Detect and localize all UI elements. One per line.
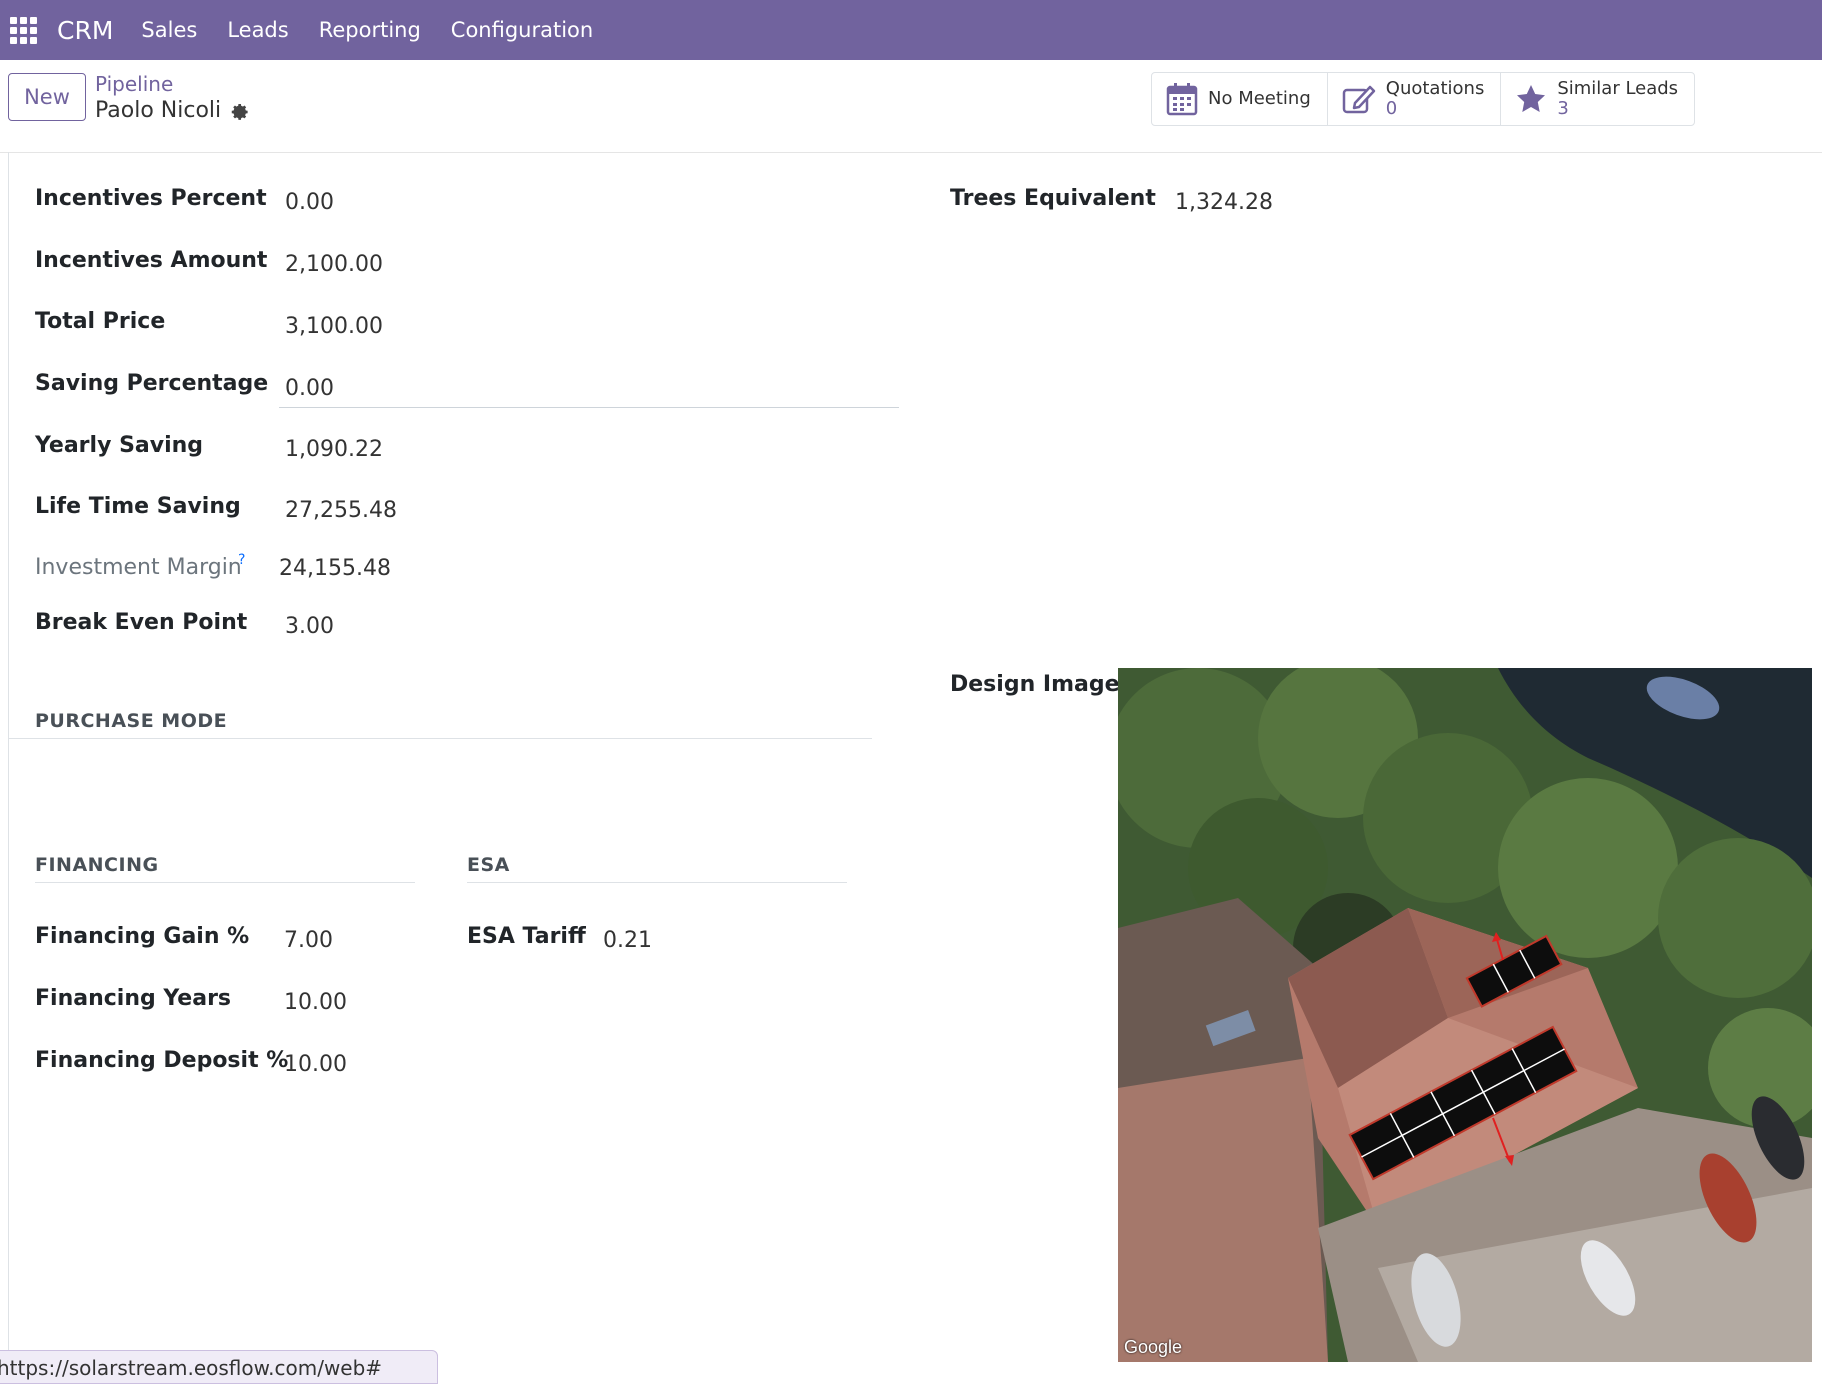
- saving-percentage-label: Saving Percentage: [35, 371, 269, 396]
- status-url: https://solarstream.eosflow.com/web#: [0, 1350, 438, 1384]
- esa-tariff-value[interactable]: 0.21: [603, 928, 652, 953]
- control-panel: New Pipeline Paolo Nicoli No Meeting Quo…: [0, 60, 1822, 153]
- meeting-button[interactable]: No Meeting: [1152, 73, 1328, 125]
- esa-divider: [467, 882, 847, 883]
- top-navbar: CRM Sales Leads Reporting Configuration: [0, 0, 1822, 60]
- app-name[interactable]: CRM: [57, 16, 113, 45]
- map-attribution: Google: [1124, 1337, 1183, 1357]
- total-price-label: Total Price: [35, 309, 166, 334]
- investment-margin-value: 24,155.48: [279, 556, 391, 581]
- similar-leads-button[interactable]: Similar Leads 3: [1501, 73, 1694, 125]
- design-image[interactable]: Google: [1118, 668, 1812, 1362]
- financing-years-value[interactable]: 10.00: [284, 990, 347, 1015]
- esa-tariff-label: ESA Tariff: [467, 924, 586, 949]
- financing-heading: FINANCING: [35, 854, 159, 876]
- financing-divider: [35, 882, 415, 883]
- life-time-saving-label: Life Time Saving: [35, 494, 241, 519]
- incentives-amount-label: Incentives Amount: [35, 248, 268, 273]
- yearly-saving-value[interactable]: 1,090.22: [285, 437, 383, 462]
- edit-icon: [1342, 85, 1376, 114]
- record-name: Paolo Nicoli: [95, 98, 222, 123]
- design-image-label: Design Image: [950, 672, 1120, 697]
- satellite-roof-image: [1118, 668, 1812, 1362]
- gear-icon[interactable]: [228, 101, 250, 123]
- yearly-saving-label: Yearly Saving: [35, 433, 204, 458]
- financing-deposit-label: Financing Deposit %: [35, 1048, 289, 1073]
- esa-heading: ESA: [467, 854, 510, 876]
- quotations-count: 0: [1385, 98, 1398, 119]
- total-price-value[interactable]: 3,100.00: [285, 314, 383, 339]
- incentives-amount-value[interactable]: 2,100.00: [285, 252, 383, 277]
- similar-leads-label: Similar Leads: [1557, 78, 1679, 99]
- quotations-button[interactable]: Quotations 0: [1328, 73, 1502, 125]
- investment-margin-help-icon[interactable]: ?: [238, 552, 245, 568]
- trees-equivalent-value: 1,324.28: [1175, 190, 1273, 215]
- financing-gain-value[interactable]: 7.00: [284, 928, 333, 953]
- menu-reporting[interactable]: Reporting: [319, 18, 421, 42]
- smart-buttons: No Meeting Quotations 0 Similar Leads 3: [1151, 72, 1696, 126]
- financing-gain-label: Financing Gain %: [35, 924, 250, 949]
- incentives-percent-value[interactable]: 0.00: [285, 190, 334, 215]
- breadcrumb-pipeline[interactable]: Pipeline: [95, 72, 173, 96]
- purchase-mode-heading: PURCHASE MODE: [35, 710, 228, 732]
- life-time-saving-value[interactable]: 27,255.48: [285, 498, 397, 523]
- similar-leads-count: 3: [1557, 98, 1569, 119]
- app-menu-icon[interactable]: [10, 16, 38, 44]
- menu-sales[interactable]: Sales: [141, 18, 197, 42]
- new-button[interactable]: New: [8, 73, 86, 121]
- star-icon: [1517, 85, 1546, 112]
- financing-deposit-value[interactable]: 10.00: [284, 1052, 347, 1077]
- financing-years-label: Financing Years: [35, 986, 232, 1011]
- break-even-point-label: Break Even Point: [35, 610, 248, 635]
- calendar-icon: [1166, 83, 1198, 116]
- menu-configuration[interactable]: Configuration: [451, 18, 593, 42]
- purchase-mode-divider: [9, 738, 872, 739]
- quotations-label: Quotations: [1385, 78, 1485, 99]
- meeting-label: No Meeting: [1208, 88, 1311, 109]
- break-even-point-value[interactable]: 3.00: [285, 614, 334, 639]
- saving-percentage-input[interactable]: 0.00: [285, 376, 334, 401]
- menu-leads[interactable]: Leads: [227, 18, 288, 42]
- saving-percentage-underline: [279, 407, 899, 408]
- incentives-percent-label: Incentives Percent: [35, 186, 267, 211]
- trees-equivalent-label: Trees Equivalent: [950, 186, 1156, 211]
- investment-margin-label: Investment Margin: [35, 555, 242, 580]
